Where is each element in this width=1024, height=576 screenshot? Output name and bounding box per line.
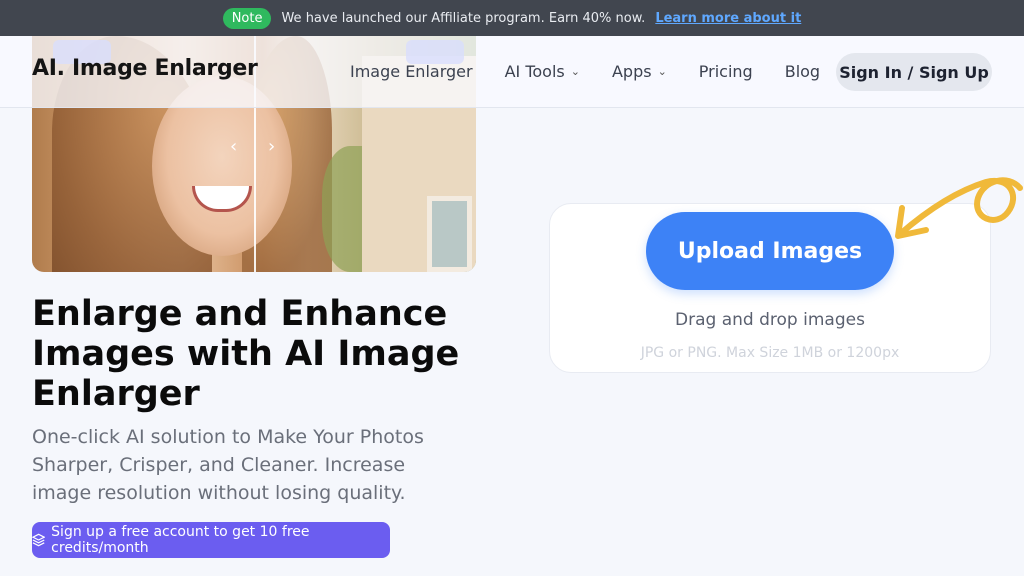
nav-link-blog[interactable]: Blog [785, 62, 820, 81]
nav-link-apps[interactable]: Apps ⌄ [612, 62, 667, 81]
nav-link-ai-tools[interactable]: AI Tools ⌄ [505, 62, 580, 81]
page-title: Enlarge and Enhance Images with AI Image… [32, 294, 460, 414]
chevron-down-icon: ⌄ [657, 65, 667, 78]
chevron-right-icon[interactable]: › [268, 136, 275, 157]
curly-arrow-icon [895, 177, 1023, 239]
page-subtitle: One-click AI solution to Make Your Photo… [32, 426, 424, 504]
learn-more-link[interactable]: Learn more about it [655, 11, 801, 26]
layers-icon [32, 533, 46, 547]
free-credits-button[interactable]: Sign up a free account to get 10 free cr… [32, 522, 390, 558]
note-badge: Note [222, 7, 272, 29]
sign-in-button[interactable]: Sign In / Sign Up [836, 53, 992, 91]
nav-link-image-enlarger[interactable]: Image Enlarger [350, 62, 473, 81]
upload-images-button[interactable]: Upload Images [646, 212, 894, 290]
nav-links: Image Enlarger AI Tools ⌄ Apps ⌄ Pricing B… [350, 62, 820, 81]
top-navbar: AI. Image Enlarger Image Enlarger AI Too… [0, 36, 1024, 108]
free-credits-label: Sign up a free account to get 10 free cr… [51, 524, 310, 556]
background-window [427, 196, 472, 272]
file-format-hint: JPG or PNG. Max Size 1MB or 1200px [640, 345, 900, 361]
chevron-down-icon: ⌄ [570, 65, 580, 78]
chevron-left-icon[interactable]: ‹ [230, 136, 237, 157]
nav-link-pricing[interactable]: Pricing [699, 62, 753, 81]
announcement-bar: Note We have launched our Affiliate prog… [0, 0, 1024, 36]
drag-drop-label: Drag and drop images [675, 310, 865, 330]
announcement-text: We have launched our Affiliate program. … [281, 10, 646, 26]
site-logo[interactable]: AI. Image Enlarger [32, 56, 258, 81]
